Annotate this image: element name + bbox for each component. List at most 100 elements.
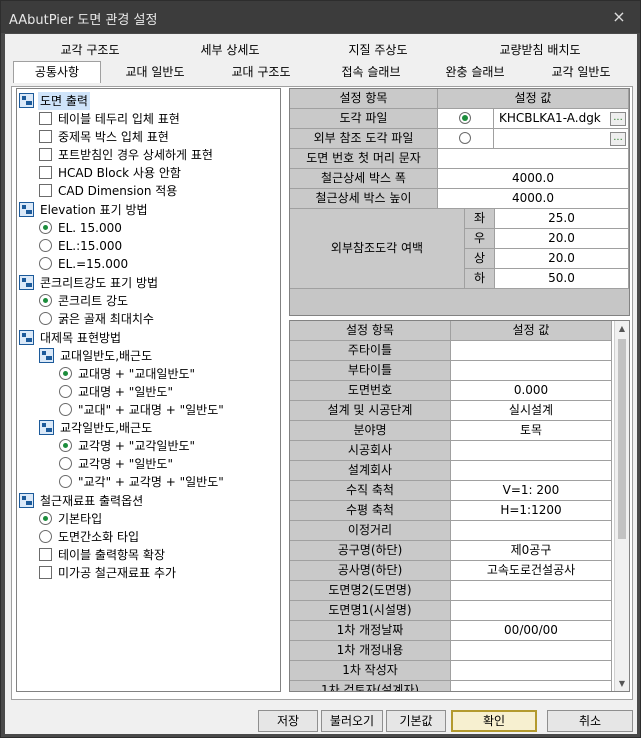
checkbox[interactable] [39,184,52,197]
checkbox[interactable] [39,166,52,179]
group-label: 교대일반도,배근도 [60,349,153,363]
radio[interactable] [459,132,471,144]
external-file-value[interactable] [494,129,629,149]
option-label: HCAD Block 사용 안함 [58,166,181,180]
row-value[interactable] [451,461,612,481]
checkbox[interactable] [39,130,52,143]
window-title: AAbutPier 도면 관경 설정 [9,13,158,28]
option-label: "교각" + 교각명 + "일반도" [78,475,224,489]
tab-geology[interactable]: 지질 주상도 [323,40,433,60]
margin-top-value[interactable]: 20.0 [495,249,629,269]
row-value[interactable]: H=1:1200 [451,501,612,521]
row-value[interactable] [451,581,612,601]
option-label: "교대" + 교대명 + "일반도" [78,403,224,417]
radio[interactable] [39,221,52,234]
margin-right-value[interactable]: 20.0 [495,229,629,249]
col-header-item: 설정 항목 [290,321,451,341]
row-value[interactable]: 제0공구 [451,541,612,561]
checkbox[interactable] [39,148,52,161]
checkbox[interactable] [39,566,52,579]
radio[interactable] [59,439,72,452]
ok-button[interactable]: 확인 [451,710,537,732]
scroll-down-icon[interactable]: ▼ [615,676,629,691]
browse-drawing-file-button[interactable]: ... [610,112,626,126]
radio[interactable] [59,457,72,470]
save-button[interactable]: 저장 [258,710,318,732]
scroll-thumb[interactable] [618,339,626,539]
tab-detail[interactable]: 세부 상세도 [175,40,285,60]
drawing-file-radio-cell[interactable] [438,109,494,129]
row-value[interactable] [451,661,612,681]
tab-row-2: 공통사항 교대 일반도 교대 구조도 접속 슬래브 완충 슬래브 교각 일반도 [5,61,637,83]
tab-bearing-layout[interactable]: 교량받침 배치도 [475,40,605,60]
drawing-file-value[interactable]: KHCBLKA1-A.dgk [494,109,629,129]
option-label: CAD Dimension 적용 [58,184,178,198]
radio[interactable] [39,257,52,270]
radio[interactable] [459,112,471,124]
row-value[interactable] [451,341,612,361]
row-label: 공사명(하단) [290,561,451,581]
row-value[interactable]: 00/00/00 [451,621,612,641]
tab-buffer-slab[interactable]: 완충 슬래브 [425,62,525,82]
cancel-button[interactable]: 취소 [547,710,633,732]
row-label: 1차 검토자(설계자) [290,681,451,691]
margin-left-value[interactable]: 25.0 [495,209,629,229]
tab-approach-slab[interactable]: 접속 슬래브 [321,62,421,82]
row-value[interactable] [451,361,612,381]
vertical-scrollbar[interactable]: ▲ ▼ [614,321,629,691]
checkbox[interactable] [39,548,52,561]
tab-pier-structure[interactable]: 교각 구조도 [35,40,145,60]
tab-common[interactable]: 공통사항 [13,61,101,83]
radio[interactable] [59,367,72,380]
radio[interactable] [39,512,52,525]
row-label-margin: 외부참조도각 여백 [290,209,465,289]
radio[interactable] [59,403,72,416]
group-label: 콘크리트강도 표기 방법 [40,276,159,290]
group-label: Elevation 표기 방법 [40,203,148,217]
checkbox[interactable] [39,112,52,125]
radio[interactable] [39,294,52,307]
row-label: 1차 작성자 [290,661,451,681]
row-value[interactable]: 토목 [451,421,612,441]
row-label: 수평 축척 [290,501,451,521]
margin-right-label: 우 [465,229,495,249]
radio[interactable] [59,385,72,398]
row-value[interactable] [451,521,612,541]
row-label: 이정거리 [290,521,451,541]
tab-pier-general[interactable]: 교각 일반도 [531,62,631,82]
title-block-grid: 설정 항목 설정 값 주타이틀 부타이틀 도면번호 0.000 설계 및 시공단계 실시설… [289,320,630,692]
option-label: 콘크리트 강도 [58,294,129,308]
row-label: 수직 축척 [290,481,451,501]
row-value[interactable] [451,681,612,691]
row-value[interactable] [451,441,612,461]
row-value[interactable]: 0.000 [451,381,612,401]
browse-external-file-button[interactable]: ... [610,132,626,146]
margin-bottom-value[interactable]: 50.0 [495,269,629,289]
row-value[interactable]: 고속도로건설공사 [451,561,612,581]
row-label-box-width: 철근상세 박스 폭 [290,169,438,189]
radio[interactable] [59,475,72,488]
external-file-radio-cell[interactable] [438,129,494,149]
box-height-value[interactable]: 4000.0 [438,189,629,209]
radio[interactable] [39,312,52,325]
option-label: EL.=15.000 [58,257,129,271]
close-icon[interactable]: × [608,6,630,28]
tab-abutment-structure[interactable]: 교대 구조도 [211,62,311,82]
group-icon [19,93,34,108]
tab-abutment-general[interactable]: 교대 일반도 [105,62,205,82]
row-value[interactable] [451,601,612,621]
radio[interactable] [39,530,52,543]
row-value[interactable] [451,641,612,661]
number-prefix-value[interactable] [438,149,629,169]
row-label: 설계 및 시공단계 [290,401,451,421]
row-label: 분야명 [290,421,451,441]
radio[interactable] [39,239,52,252]
option-label: 중제목 박스 입체 표현 [58,130,169,144]
default-button[interactable]: 기본값 [386,710,446,732]
scroll-up-icon[interactable]: ▲ [615,321,629,336]
load-button[interactable]: 불러오기 [321,710,383,732]
row-label: 부타이틀 [290,361,451,381]
row-value[interactable]: V=1: 200 [451,481,612,501]
row-value[interactable]: 실시설계 [451,401,612,421]
box-width-value[interactable]: 4000.0 [438,169,629,189]
